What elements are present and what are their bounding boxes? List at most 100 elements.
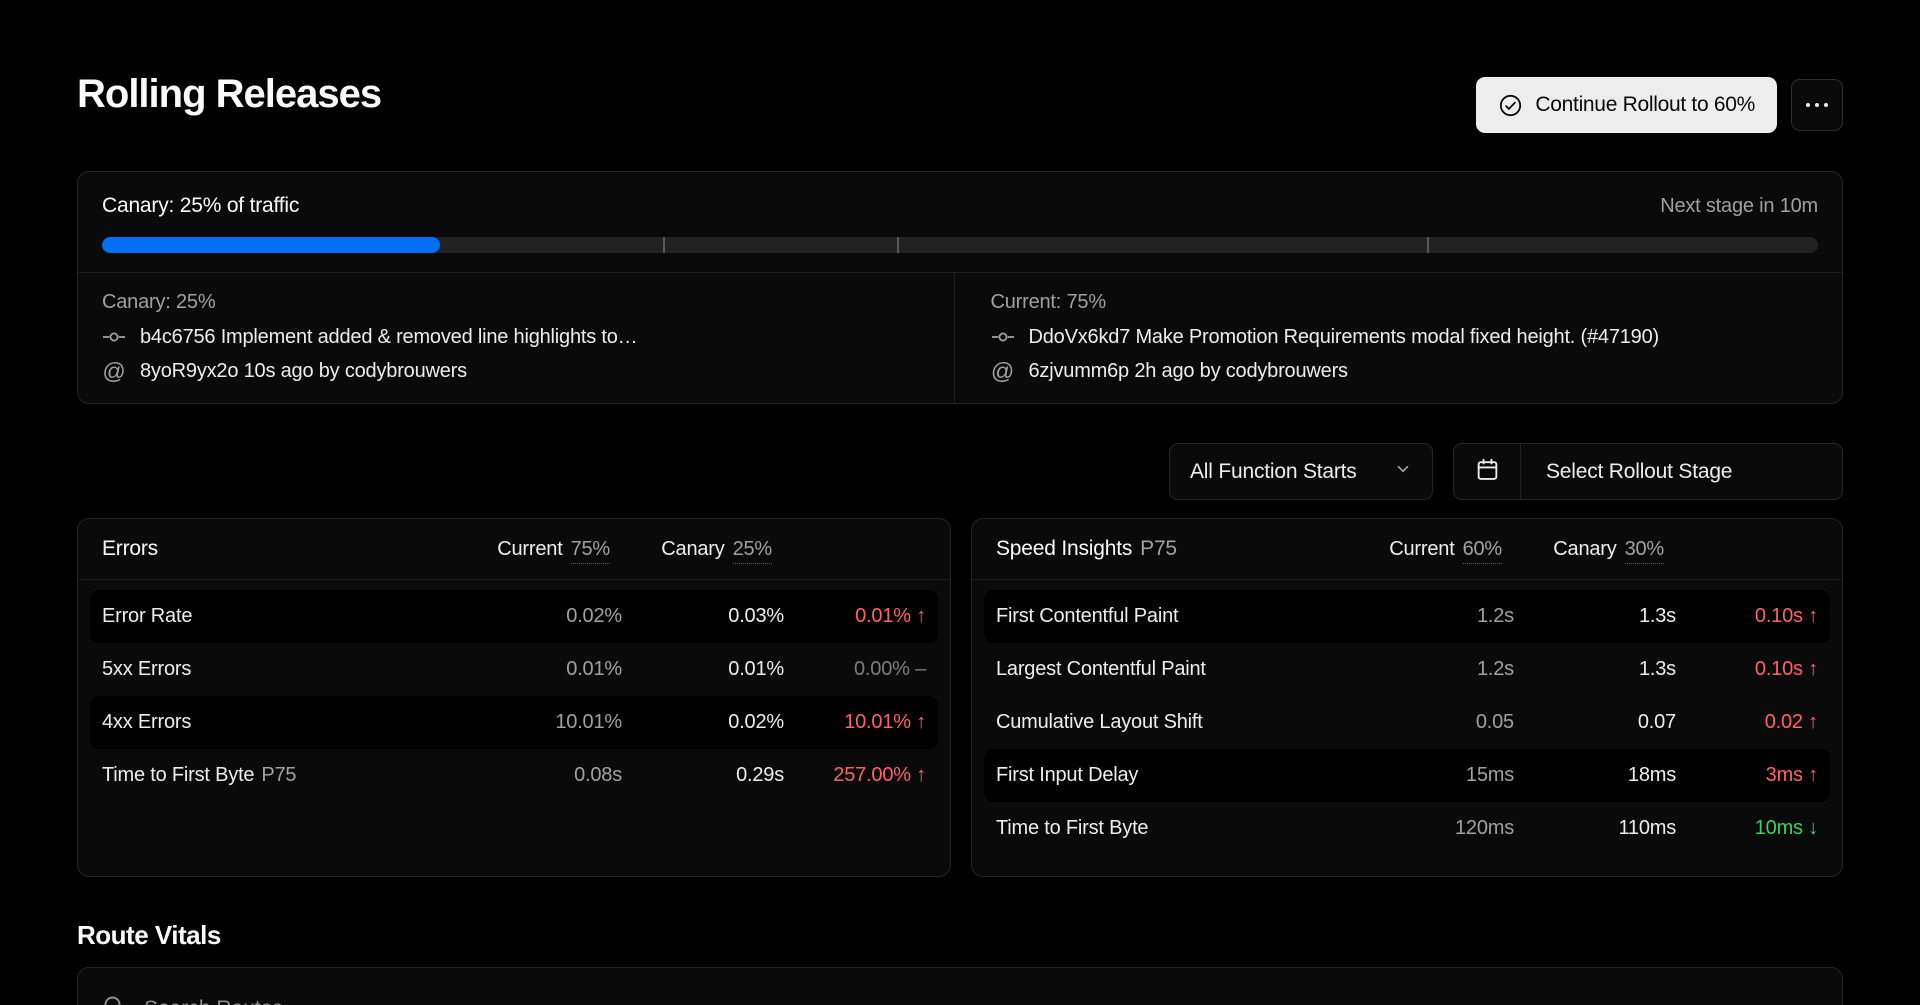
errors-table-header: Errors Current75% Canary25% xyxy=(78,519,950,580)
canary-percent-tooltip[interactable]: 25% xyxy=(733,538,772,564)
metric-label: First Input Delay xyxy=(996,764,1354,787)
current-deployment-row: @ 6zjvumm6p 2h ago by codybrouwers xyxy=(991,360,1819,383)
metric-label: 4xx Errors xyxy=(102,711,462,734)
table-row: Largest Contentful Paint1.2s1.3s0.10s ↑ xyxy=(984,643,1830,696)
current-percent-label: Current: 75% xyxy=(991,291,1819,314)
rollout-stage-label: Select Rollout Stage xyxy=(1521,444,1732,499)
function-starts-dropdown[interactable]: All Function Starts xyxy=(1169,443,1433,500)
ellipsis-icon xyxy=(1806,103,1810,107)
rollout-stage-select[interactable]: Select Rollout Stage xyxy=(1453,443,1843,500)
calendar-button[interactable] xyxy=(1454,444,1521,499)
canary-column-header: Canary25% xyxy=(610,538,772,561)
page-title: Rolling Releases xyxy=(77,72,381,117)
git-commit-icon xyxy=(102,325,126,349)
stage-divider xyxy=(897,237,899,253)
search-icon xyxy=(102,994,126,1005)
rollout-progress-fill xyxy=(102,237,440,253)
canary-commit-message: b4c6756 Implement added & removed line h… xyxy=(140,326,638,349)
stage-divider xyxy=(1427,237,1429,253)
canary-value: 0.29s xyxy=(622,764,784,787)
rollout-progress-track xyxy=(102,237,1818,253)
header-actions: Continue Rollout to 60% xyxy=(1476,77,1843,133)
next-stage-label: Next stage in 10m xyxy=(1660,195,1818,218)
errors-table-card: Errors Current75% Canary25% Error Rate0.… xyxy=(77,518,951,877)
canary-commit-row: b4c6756 Implement added & removed line h… xyxy=(102,325,930,349)
errors-table-body: Error Rate0.02%0.03%0.01% ↑5xx Errors0.0… xyxy=(78,580,950,802)
canary-value: 1.3s xyxy=(1514,605,1676,628)
current-value: 120ms xyxy=(1354,817,1514,840)
canary-value: 0.01% xyxy=(622,658,784,681)
speed-table-body: First Contentful Paint1.2s1.3s0.10s ↑Lar… xyxy=(972,580,1842,855)
metric-label: Error Rate xyxy=(102,605,462,628)
deployment-icon: @ xyxy=(991,360,1015,383)
canary-percent-label: Canary: 25% xyxy=(102,291,930,314)
current-column-header: Current60% xyxy=(1342,538,1502,561)
canary-deployment-info: 8yoR9yx2o 10s ago by codybrouwers xyxy=(140,360,467,383)
calendar-icon xyxy=(1475,457,1500,487)
stage-divider xyxy=(663,237,665,253)
table-row: First Input Delay15ms18ms3ms ↑ xyxy=(984,749,1830,802)
delta-value: 0.00% – xyxy=(784,658,926,681)
metric-label: Time to First Byte xyxy=(996,817,1354,840)
canary-value: 110ms xyxy=(1514,817,1676,840)
delta-value: 0.01% ↑ xyxy=(784,605,926,628)
metric-label: Cumulative Layout Shift xyxy=(996,711,1354,734)
delta-value: 0.10s ↑ xyxy=(1676,605,1818,628)
current-commit-panel: Current: 75% DdoVx6kd7 Make Promotion Re… xyxy=(954,273,1843,404)
rollout-progress-section: Canary: 25% of traffic Next stage in 10m xyxy=(78,172,1842,272)
metric-label: First Contentful Paint xyxy=(996,605,1354,628)
current-value: 0.01% xyxy=(462,658,622,681)
current-commit-row: DdoVx6kd7 Make Promotion Requirements mo… xyxy=(991,325,1819,349)
table-row: Cumulative Layout Shift0.050.070.02 ↑ xyxy=(984,696,1830,749)
current-percent-tooltip[interactable]: 60% xyxy=(1463,538,1502,564)
current-value: 1.2s xyxy=(1354,658,1514,681)
rollout-commits-section: Canary: 25% b4c6756 Implement added & re… xyxy=(78,272,1842,404)
current-value: 0.02% xyxy=(462,605,622,628)
current-value: 0.05 xyxy=(1354,711,1514,734)
metric-label: 5xx Errors xyxy=(102,658,462,681)
speed-insights-table-card: Speed InsightsP75 Current60% Canary30% F… xyxy=(971,518,1843,877)
current-value: 15ms xyxy=(1354,764,1514,787)
current-column-header: Current75% xyxy=(450,538,610,561)
table-row: 4xx Errors10.01%0.02%10.01% ↑ xyxy=(90,696,938,749)
errors-title: Errors xyxy=(102,537,158,560)
continue-rollout-label: Continue Rollout to 60% xyxy=(1535,93,1755,117)
current-value: 1.2s xyxy=(1354,605,1514,628)
table-row: Time to First ByteP750.08s0.29s257.00% ↑ xyxy=(90,749,938,802)
table-row: 5xx Errors0.01%0.01%0.00% – xyxy=(90,643,938,696)
canary-value: 0.03% xyxy=(622,605,784,628)
table-row: First Contentful Paint1.2s1.3s0.10s ↑ xyxy=(984,590,1830,643)
delta-value: 10ms ↓ xyxy=(1676,817,1818,840)
filter-row: All Function Starts Select Rollout Stage xyxy=(1169,443,1843,500)
canary-value: 0.07 xyxy=(1514,711,1676,734)
delta-value: 0.10s ↑ xyxy=(1676,658,1818,681)
rollout-card: Canary: 25% of traffic Next stage in 10m… xyxy=(77,171,1843,404)
current-value: 10.01% xyxy=(462,711,622,734)
current-percent-tooltip[interactable]: 75% xyxy=(571,538,610,564)
delta-value: 3ms ↑ xyxy=(1676,764,1818,787)
delta-value: 0.02 ↑ xyxy=(1676,711,1818,734)
canary-commit-panel: Canary: 25% b4c6756 Implement added & re… xyxy=(78,273,954,404)
metric-label: Largest Contentful Paint xyxy=(996,658,1354,681)
search-routes-input[interactable] xyxy=(144,997,744,1005)
table-row: Error Rate0.02%0.03%0.01% ↑ xyxy=(90,590,938,643)
current-deployment-info: 6zjvumm6p 2h ago by codybrouwers xyxy=(1029,360,1348,383)
continue-rollout-button[interactable]: Continue Rollout to 60% xyxy=(1476,77,1777,133)
canary-value: 18ms xyxy=(1514,764,1676,787)
canary-traffic-label: Canary: 25% of traffic xyxy=(102,194,299,218)
speed-table-header: Speed InsightsP75 Current60% Canary30% xyxy=(972,519,1842,580)
chevron-down-icon xyxy=(1394,460,1412,484)
more-options-button[interactable] xyxy=(1791,79,1843,131)
deployment-icon: @ xyxy=(102,360,126,383)
delta-value: 10.01% ↑ xyxy=(784,711,926,734)
speed-insights-title: Speed Insights xyxy=(996,537,1132,560)
canary-deployment-row: @ 8yoR9yx2o 10s ago by codybrouwers xyxy=(102,360,930,383)
git-commit-icon xyxy=(991,325,1015,349)
route-search-card xyxy=(77,967,1843,1005)
canary-value: 1.3s xyxy=(1514,658,1676,681)
canary-column-header: Canary30% xyxy=(1502,538,1664,561)
canary-value: 0.02% xyxy=(622,711,784,734)
current-commit-message: DdoVx6kd7 Make Promotion Requirements mo… xyxy=(1029,326,1659,349)
current-value: 0.08s xyxy=(462,764,622,787)
canary-percent-tooltip[interactable]: 30% xyxy=(1625,538,1664,564)
